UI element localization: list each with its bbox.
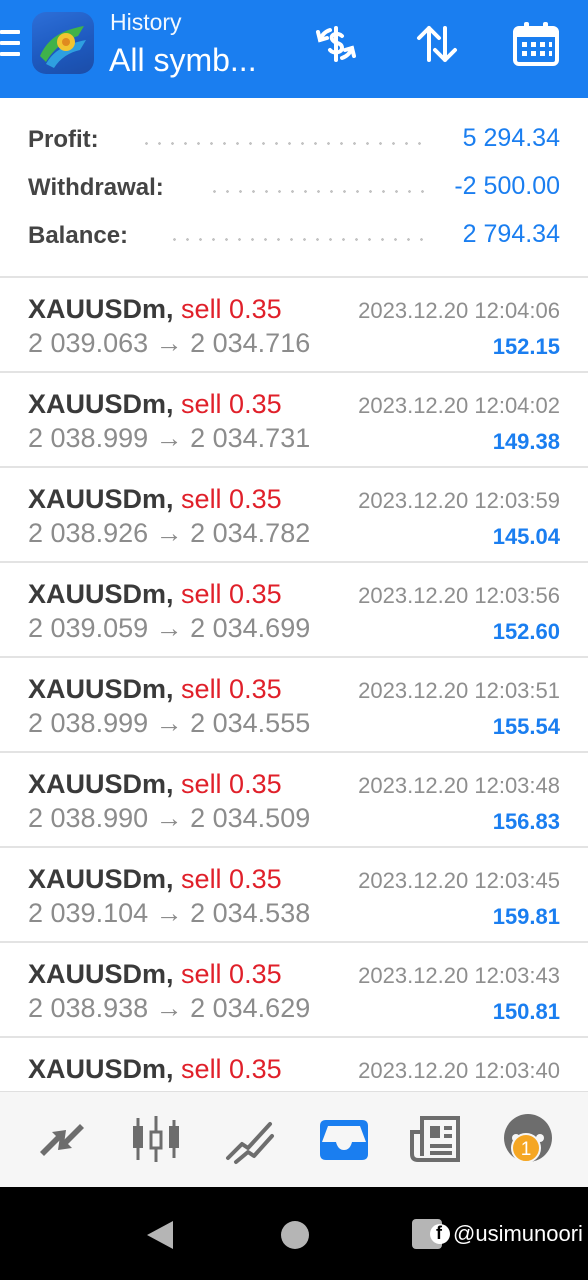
history-inbox-icon[interactable] <box>316 1112 372 1168</box>
trade-time: 2023.12.20 12:03:48 <box>358 773 560 798</box>
balance-label: Balance: <box>28 222 129 249</box>
trade-side: sell 0.35 <box>181 674 282 704</box>
trade-time: 2023.12.20 12:03:40 <box>358 1058 560 1083</box>
trade-row[interactable]: XAUUSDm, sell 0.35 2 039.104 → 2 034.538… <box>0 848 588 943</box>
trade-profit: 152.15 <box>492 334 560 359</box>
trade-row[interactable]: XAUUSDm, sell 0.35 2 039.059 → 2 034.699… <box>0 563 588 658</box>
trend-lines-icon[interactable] <box>222 1112 278 1168</box>
trade-prices: 2 038.999 → 2 034.555 <box>28 708 311 738</box>
trade-symbol: XAUUSDm, <box>28 769 174 799</box>
trade-profit: 150.81 <box>492 999 560 1024</box>
watermark-text: @usimunoori <box>453 1221 583 1246</box>
trade-symbol: XAUUSDm, <box>28 959 174 989</box>
trade-profit: 149.38 <box>492 429 560 454</box>
trade-side: sell 0.35 <box>181 579 282 609</box>
trade-side: sell 0.35 <box>181 959 282 989</box>
dotted-leader <box>208 190 428 193</box>
app-logo <box>32 12 94 74</box>
trade-history-list[interactable]: XAUUSDm, sell 0.35 2 039.063 → 2 034.716… <box>0 276 588 1091</box>
trade-symbol: XAUUSDm, <box>28 294 174 324</box>
trade-profit: 156.83 <box>492 809 560 834</box>
trade-symbol: XAUUSDm, <box>28 1054 174 1084</box>
trade-side: sell 0.35 <box>181 1054 282 1084</box>
profit-value: 5 294.34 <box>462 124 560 152</box>
notification-badge: 1 <box>511 1133 541 1163</box>
home-icon[interactable] <box>281 1221 309 1249</box>
currency-exchange-icon[interactable] <box>312 20 360 68</box>
trade-time: 2023.12.20 12:03:45 <box>358 868 560 893</box>
trade-row[interactable]: XAUUSDm, sell 0.35 2 038.926 → 2 034.782… <box>0 468 588 563</box>
trade-arrows-icon[interactable] <box>34 1112 90 1168</box>
header-title[interactable]: All symb... <box>109 42 257 79</box>
trade-symbol: XAUUSDm, <box>28 579 174 609</box>
news-icon[interactable] <box>408 1112 464 1168</box>
bottom-navigation: 1 <box>0 1091 588 1187</box>
trade-time: 2023.12.20 12:03:56 <box>358 583 560 608</box>
trade-prices: 2 038.990 → 2 034.509 <box>28 803 311 833</box>
trade-prices: 2 038.999 → 2 034.731 <box>28 423 311 453</box>
trade-side: sell 0.35 <box>181 769 282 799</box>
trade-profit: 159.81 <box>492 904 560 929</box>
balance-value: 2 794.34 <box>462 220 560 248</box>
trade-prices: 2 038.938 → 2 034.629 <box>28 993 311 1023</box>
system-navigation-bar: @usimunoori <box>0 1187 588 1280</box>
trade-symbol: XAUUSDm, <box>28 864 174 894</box>
profit-row: Profit: 5 294.34 <box>0 120 588 160</box>
trade-row[interactable]: XAUUSDm, sell 0.35 2 039.063 → 2 034.716… <box>0 278 588 373</box>
trade-side: sell 0.35 <box>181 484 282 514</box>
app-header: History All symb... <box>0 0 588 98</box>
facebook-icon <box>430 1223 450 1244</box>
trade-prices: 2 038.926 → 2 034.782 <box>28 518 311 548</box>
trade-time: 2023.12.20 12:03:59 <box>358 488 560 513</box>
dotted-leader <box>168 238 430 241</box>
trade-time: 2023.12.20 12:03:51 <box>358 678 560 703</box>
watermark: @usimunoori <box>430 1221 583 1247</box>
sort-icon[interactable] <box>413 20 461 68</box>
menu-icon[interactable] <box>0 28 20 60</box>
trade-row[interactable]: XAUUSDm, sell 0.35 2 038.990 → 2 034.509… <box>0 753 588 848</box>
trade-side: sell 0.35 <box>181 294 282 324</box>
dotted-leader <box>140 142 430 145</box>
trade-time: 2023.12.20 12:04:02 <box>358 393 560 418</box>
header-subtitle: History <box>110 9 182 35</box>
trade-profit: 152.60 <box>492 619 560 644</box>
back-icon[interactable] <box>145 1219 175 1251</box>
withdrawal-label: Withdrawal: <box>28 174 164 201</box>
trade-profit: 145.04 <box>492 524 560 549</box>
trade-row[interactable]: XAUUSDm, sell 0.35 2 038.999 → 2 034.731… <box>0 373 588 468</box>
trade-profit: 155.54 <box>492 714 560 739</box>
history-summary: Profit: 5 294.34 Withdrawal: -2 500.00 B… <box>0 98 588 276</box>
trade-row[interactable]: XAUUSDm, sell 0.35 2 038.999 → 2 034.555… <box>0 658 588 753</box>
trade-side: sell 0.35 <box>181 389 282 419</box>
trade-time: 2023.12.20 12:04:06 <box>358 298 560 323</box>
balance-row: Balance: 2 794.34 <box>0 216 588 256</box>
trade-symbol: XAUUSDm, <box>28 674 174 704</box>
candlestick-chart-icon[interactable] <box>128 1112 184 1168</box>
trade-side: sell 0.35 <box>181 864 282 894</box>
withdrawal-value: -2 500.00 <box>454 172 560 200</box>
profit-label: Profit: <box>28 126 99 153</box>
trade-row[interactable]: XAUUSDm, sell 0.35 2023.12.20 12:03:40 <box>0 1038 588 1091</box>
trade-prices: 2 039.063 → 2 034.716 <box>28 328 311 358</box>
calendar-icon[interactable] <box>512 20 560 68</box>
withdrawal-row: Withdrawal: -2 500.00 <box>0 168 588 208</box>
trade-row[interactable]: XAUUSDm, sell 0.35 2 038.938 → 2 034.629… <box>0 943 588 1038</box>
trade-prices: 2 039.059 → 2 034.699 <box>28 613 311 643</box>
trade-symbol: XAUUSDm, <box>28 389 174 419</box>
trade-symbol: XAUUSDm, <box>28 484 174 514</box>
trade-prices: 2 039.104 → 2 034.538 <box>28 898 311 928</box>
trade-time: 2023.12.20 12:03:43 <box>358 963 560 988</box>
